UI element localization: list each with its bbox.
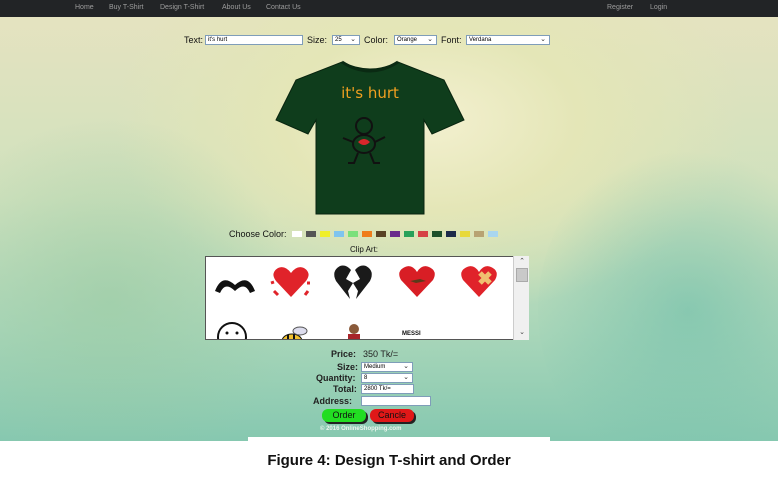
soccer-player-icon[interactable] bbox=[332, 317, 378, 340]
nav-register[interactable]: Register bbox=[607, 4, 633, 11]
nav-design-tshirt[interactable]: Design T-Shirt bbox=[160, 4, 204, 11]
bandaged-heart-icon[interactable] bbox=[456, 261, 502, 301]
tshirt-icon bbox=[275, 60, 465, 215]
price-value: 350 Tk/= bbox=[363, 349, 399, 359]
font-select[interactable]: Verdana ⌄ bbox=[466, 35, 550, 45]
bird-heart-icon[interactable] bbox=[394, 261, 440, 301]
color-select[interactable]: Orange ⌄ bbox=[394, 35, 437, 45]
order-size-select[interactable]: Medium ⌄ bbox=[361, 362, 413, 372]
size-value: 25 bbox=[335, 37, 342, 43]
color-value: Orange bbox=[397, 37, 418, 43]
messi-text: MESSI bbox=[402, 331, 421, 337]
chevron-down-icon: ⌄ bbox=[403, 363, 409, 370]
quantity-select[interactable]: 8 ⌄ bbox=[361, 373, 413, 383]
text-label: Text: bbox=[184, 35, 204, 45]
smiley-outline-icon[interactable] bbox=[212, 317, 258, 340]
screenshot-area: Home Buy T-Shirt Design T-Shirt About Us… bbox=[0, 0, 778, 441]
order-size-value: Medium bbox=[364, 364, 386, 370]
clip-art-gallery: MESSI bbox=[205, 256, 529, 340]
figure-caption: Figure 4: Design T-shirt and Order bbox=[267, 452, 511, 469]
chevron-down-icon: ⌄ bbox=[427, 36, 433, 43]
scroll-up-icon[interactable]: ⌃ bbox=[516, 257, 528, 267]
quantity-label: Quantity: bbox=[316, 373, 356, 383]
text-input[interactable]: it's hurt bbox=[205, 35, 303, 45]
bee-icon[interactable] bbox=[270, 319, 316, 340]
scroll-down-icon[interactable]: ⌄ bbox=[516, 328, 528, 338]
color-label: Color: bbox=[364, 35, 389, 45]
hands-heart-icon[interactable] bbox=[212, 263, 258, 303]
hearts-icon[interactable] bbox=[268, 261, 314, 301]
color-swatch[interactable] bbox=[376, 231, 386, 237]
color-swatch[interactable] bbox=[334, 231, 344, 237]
choose-color-label: Choose Color: bbox=[229, 229, 287, 239]
color-swatch[interactable] bbox=[348, 231, 358, 237]
size-label: Size: bbox=[307, 35, 328, 45]
footer-strip bbox=[248, 437, 550, 441]
cat-ears-icon[interactable] bbox=[456, 319, 502, 340]
quantity-value: 8 bbox=[364, 375, 368, 381]
tshirt-preview: it's hurt bbox=[272, 58, 468, 218]
nav-contact-us[interactable]: Contact Us bbox=[266, 4, 301, 11]
copyright-text: © 2016 OnlineShopping.com bbox=[320, 426, 402, 432]
address-label: Address: bbox=[313, 396, 353, 406]
top-navbar: Home Buy T-Shirt Design T-Shirt About Us… bbox=[0, 0, 778, 17]
messi-icon[interactable]: MESSI bbox=[394, 319, 440, 339]
cancel-button[interactable]: Cancle bbox=[370, 409, 414, 422]
chevron-down-icon: ⌄ bbox=[403, 374, 409, 381]
total-field: 2800 Tk/= bbox=[361, 384, 414, 394]
broken-heart-icon[interactable] bbox=[330, 261, 376, 301]
total-label: Total: bbox=[333, 384, 357, 394]
color-swatch[interactable] bbox=[488, 231, 498, 237]
chevron-down-icon: ⌄ bbox=[540, 36, 546, 43]
font-label: Font: bbox=[441, 35, 462, 45]
nav-buy-tshirt[interactable]: Buy T-Shirt bbox=[109, 4, 144, 11]
color-swatch[interactable] bbox=[474, 231, 484, 237]
clip-art-scrollbar[interactable]: ⌃ ⌄ bbox=[513, 256, 529, 340]
chevron-down-icon: ⌄ bbox=[350, 36, 356, 43]
color-swatch[interactable] bbox=[446, 231, 456, 237]
price-label: Price: bbox=[331, 349, 357, 359]
clip-art-label: Clip Art: bbox=[350, 245, 379, 254]
order-button[interactable]: Order bbox=[322, 409, 366, 422]
tshirt-print-text: it's hurt bbox=[341, 84, 399, 102]
color-swatch[interactable] bbox=[362, 231, 372, 237]
address-input[interactable] bbox=[361, 396, 431, 406]
color-swatch[interactable] bbox=[306, 231, 316, 237]
color-swatch[interactable] bbox=[418, 231, 428, 237]
color-swatch[interactable] bbox=[460, 231, 470, 237]
scroll-thumb[interactable] bbox=[516, 268, 528, 282]
nav-home[interactable]: Home bbox=[75, 4, 94, 11]
order-size-label: Size: bbox=[337, 362, 359, 372]
color-swatch[interactable] bbox=[320, 231, 330, 237]
nav-login[interactable]: Login bbox=[650, 4, 667, 11]
color-swatch[interactable] bbox=[390, 231, 400, 237]
color-swatch[interactable] bbox=[404, 231, 414, 237]
nav-about-us[interactable]: About Us bbox=[222, 4, 251, 11]
color-swatch[interactable] bbox=[432, 231, 442, 237]
font-value: Verdana bbox=[469, 37, 492, 43]
color-swatch[interactable] bbox=[292, 231, 302, 237]
size-select[interactable]: 25 ⌄ bbox=[332, 35, 360, 45]
